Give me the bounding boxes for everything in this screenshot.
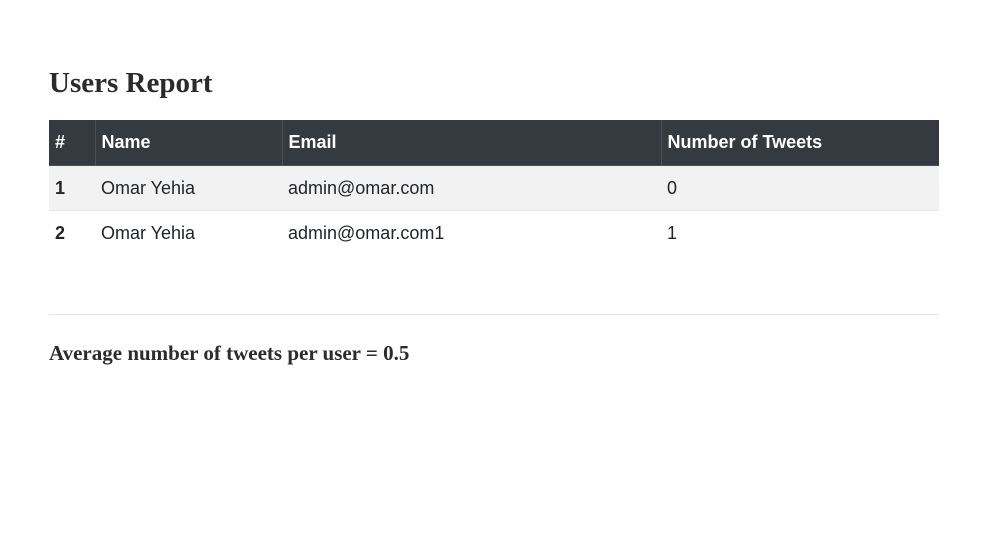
average-tweets-summary: Average number of tweets per user = 0.5 bbox=[49, 341, 410, 365]
column-header-name: Name bbox=[94, 120, 282, 166]
user-name: Omar Yehia bbox=[95, 210, 282, 255]
table-header-row: # Name Email Number of Tweets bbox=[49, 120, 939, 166]
user-email: admin@omar.com bbox=[282, 165, 661, 211]
column-header-tweets: Number of Tweets bbox=[660, 120, 939, 166]
row-number: 2 bbox=[49, 210, 95, 255]
users-table: # Name Email Number of Tweets 1 Omar Yeh… bbox=[49, 120, 939, 255]
table-row: 1 Omar Yehia admin@omar.com 0 bbox=[49, 165, 939, 211]
page-title: Users Report bbox=[49, 67, 213, 99]
section-divider bbox=[49, 314, 939, 315]
column-header-email: Email bbox=[281, 120, 661, 166]
tweet-count: 0 bbox=[661, 165, 939, 211]
user-email: admin@omar.com1 bbox=[282, 210, 661, 255]
column-header-number: # bbox=[49, 120, 95, 166]
tweet-count: 1 bbox=[661, 210, 939, 255]
table-row: 2 Omar Yehia admin@omar.com1 1 bbox=[49, 210, 939, 255]
row-number: 1 bbox=[49, 165, 95, 211]
user-name: Omar Yehia bbox=[95, 165, 282, 211]
